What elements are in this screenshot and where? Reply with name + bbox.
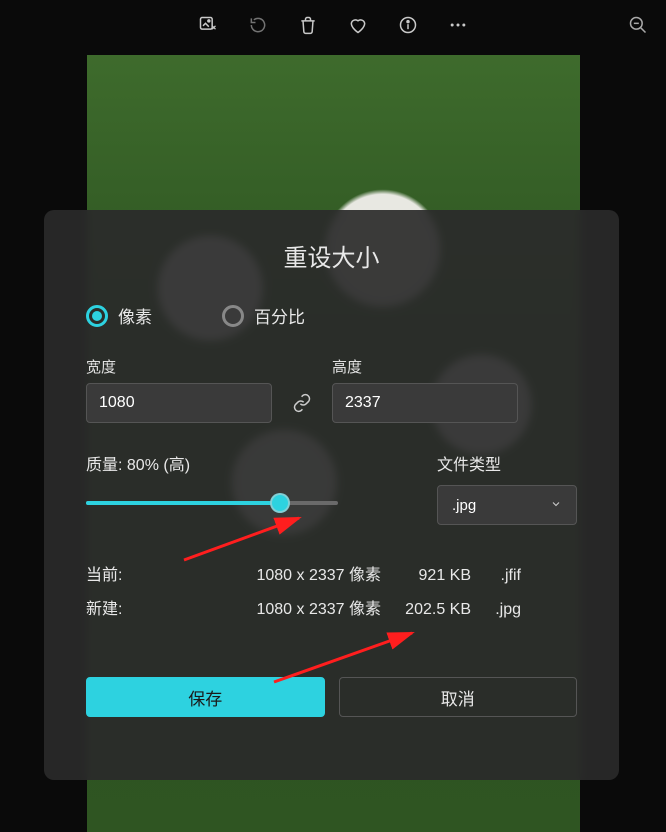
zoom-out-icon[interactable] <box>628 15 648 35</box>
link-aspect-icon[interactable] <box>286 383 318 423</box>
width-input[interactable] <box>86 383 272 423</box>
height-label: 高度 <box>332 356 518 377</box>
radio-pixels-label: 像素 <box>118 303 152 328</box>
quality-label: 质量: 80% (高) <box>86 451 407 475</box>
info-current-dim: 1080 x 2337 像素 <box>241 559 381 593</box>
radio-percent[interactable]: 百分比 <box>222 303 305 328</box>
top-toolbar <box>0 10 666 40</box>
mode-radio-group: 像素 百分比 <box>86 303 577 328</box>
filetype-label: 文件类型 <box>437 451 577 475</box>
radio-circle-icon <box>86 305 108 327</box>
info-new-label: 新建: <box>86 593 241 627</box>
info-new-ext: .jpg <box>471 593 521 627</box>
info-new-size: 202.5 KB <box>381 593 471 627</box>
radio-circle-icon <box>222 305 244 327</box>
height-input[interactable] <box>332 383 518 423</box>
info-row-current: 当前: 1080 x 2337 像素 921 KB .jfif <box>86 559 577 593</box>
slider-thumb[interactable] <box>270 493 290 513</box>
size-info-table: 当前: 1080 x 2337 像素 921 KB .jfif 新建: 1080… <box>86 559 577 627</box>
radio-percent-label: 百分比 <box>254 303 305 328</box>
more-icon[interactable] <box>447 14 469 36</box>
edit-image-icon[interactable] <box>197 14 219 36</box>
info-row-new: 新建: 1080 x 2337 像素 202.5 KB .jpg <box>86 593 577 627</box>
quality-row: 质量: 80% (高) 文件类型 .jpg <box>86 451 577 525</box>
filetype-value: .jpg <box>452 497 476 514</box>
radio-pixels[interactable]: 像素 <box>86 303 152 328</box>
save-button[interactable]: 保存 <box>86 677 325 717</box>
dimensions-row: 宽度 高度 <box>86 356 577 423</box>
rotate-icon[interactable] <box>247 14 269 36</box>
quality-slider[interactable] <box>86 493 338 513</box>
chevron-down-icon <box>550 498 562 513</box>
favorite-icon[interactable] <box>347 14 369 36</box>
button-row: 保存 取消 <box>86 677 577 717</box>
info-current-ext: .jfif <box>471 559 521 593</box>
width-label: 宽度 <box>86 356 272 377</box>
info-current-label: 当前: <box>86 559 241 593</box>
dialog-title: 重设大小 <box>86 238 577 273</box>
info-new-dim: 1080 x 2337 像素 <box>241 593 381 627</box>
info-current-size: 921 KB <box>381 559 471 593</box>
info-icon[interactable] <box>397 14 419 36</box>
trash-icon[interactable] <box>297 14 319 36</box>
slider-fill <box>86 501 275 505</box>
cancel-button[interactable]: 取消 <box>339 677 578 717</box>
filetype-select[interactable]: .jpg <box>437 485 577 525</box>
resize-dialog: 重设大小 像素 百分比 宽度 高度 质量: 80% (高) <box>44 210 619 780</box>
